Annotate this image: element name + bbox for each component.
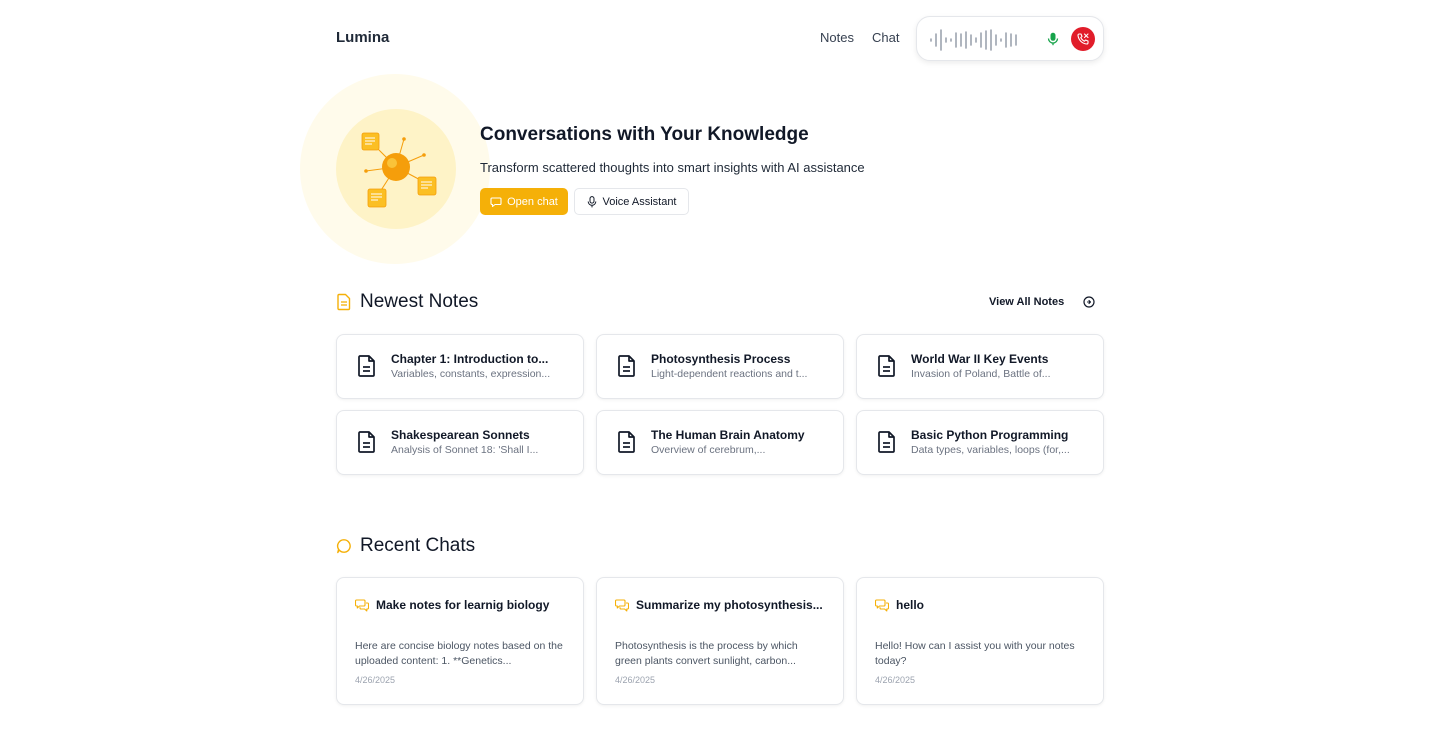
note-description: Analysis of Sonnet 18: 'Shall I... (391, 444, 539, 456)
newest-notes-heading: Newest Notes (336, 291, 478, 313)
chat-date: 4/26/2025 (875, 675, 916, 685)
file-text-icon (358, 431, 375, 453)
voice-assistant-label: Voice Assistant (602, 195, 677, 208)
note-description: Overview of cerebrum,... (651, 444, 766, 456)
chat-bubble-icon (336, 539, 351, 554)
messages-icon (875, 599, 889, 612)
chat-preview: Hello! How can I assist you with your no… (875, 640, 1075, 667)
note-card[interactable]: Chapter 1: Introduction to... Variables,… (336, 334, 584, 399)
note-card[interactable]: World War II Key Events Invasion of Pola… (856, 334, 1104, 399)
chat-card[interactable]: hello Hello! How can I assist you with y… (856, 577, 1104, 705)
note-title: Photosynthesis Process (651, 352, 791, 366)
hero-title: Conversations with Your Knowledge (480, 124, 809, 145)
end-call-button[interactable] (1071, 27, 1095, 51)
arrow-circle-right-icon[interactable] (1083, 296, 1095, 308)
document-icon (337, 293, 351, 311)
note-title: World War II Key Events (911, 352, 1049, 366)
audio-waveform-icon (930, 29, 1017, 51)
note-card[interactable]: Photosynthesis Process Light-dependent r… (596, 334, 844, 399)
messages-icon (355, 599, 369, 612)
chat-card[interactable]: Make notes for learnig biology Here are … (336, 577, 584, 705)
voice-call-bar (916, 16, 1104, 61)
note-description: Variables, constants, expression... (391, 368, 551, 380)
chat-title: Make notes for learnig biology (376, 598, 550, 612)
note-description: Data types, variables, loops (for,... (911, 444, 1070, 456)
file-text-icon (618, 355, 635, 377)
note-description: Invasion of Poland, Battle of... (911, 368, 1051, 380)
note-title: The Human Brain Anatomy (651, 428, 805, 442)
note-card[interactable]: The Human Brain Anatomy Overview of cere… (596, 410, 844, 475)
chat-date: 4/26/2025 (615, 675, 656, 685)
view-all-notes-link[interactable]: View All Notes (989, 296, 1064, 308)
file-text-icon (878, 355, 895, 377)
newest-notes-title: Newest Notes (360, 291, 479, 312)
hero-subtitle: Transform scattered thoughts into smart … (480, 160, 865, 175)
top-nav: Notes Chat (820, 30, 899, 45)
note-description: Light-dependent reactions and t... (651, 368, 808, 380)
nav-chat[interactable]: Chat (872, 30, 899, 45)
file-text-icon (878, 431, 895, 453)
hero-illustration (336, 109, 456, 229)
note-title: Basic Python Programming (911, 428, 1069, 442)
chat-card[interactable]: Summarize my photosynthesis... Photosynt… (596, 577, 844, 705)
mic-toggle-button[interactable] (1043, 29, 1063, 49)
note-title: Chapter 1: Introduction to... (391, 352, 549, 366)
phone-off-icon (1077, 33, 1089, 45)
voice-assistant-button[interactable]: Voice Assistant (574, 188, 689, 215)
nav-notes[interactable]: Notes (820, 30, 854, 45)
chat-title: hello (896, 598, 925, 612)
file-text-icon (358, 355, 375, 377)
note-card[interactable]: Basic Python Programming Data types, var… (856, 410, 1104, 475)
mic-icon (1047, 32, 1059, 46)
chat-title: Summarize my photosynthesis... (636, 598, 823, 612)
recent-chats-title: Recent Chats (360, 535, 476, 556)
app-logo[interactable]: Lumina (336, 29, 389, 46)
mic-icon (587, 195, 596, 207)
messages-icon (615, 599, 629, 612)
open-chat-button[interactable]: Open chat (480, 188, 568, 215)
open-chat-label: Open chat (507, 195, 558, 208)
note-title: Shakespearean Sonnets (391, 428, 530, 442)
note-card[interactable]: Shakespearean Sonnets Analysis of Sonnet… (336, 410, 584, 475)
chat-preview: Here are concise biology notes based on … (355, 640, 563, 667)
chat-preview: Photosynthesis is the process by which g… (615, 640, 798, 667)
knowledge-network-icon (361, 132, 437, 208)
recent-chats-heading: Recent Chats (336, 535, 475, 557)
chat-date: 4/26/2025 (355, 675, 396, 685)
file-text-icon (618, 431, 635, 453)
chat-bubble-icon (490, 196, 502, 207)
